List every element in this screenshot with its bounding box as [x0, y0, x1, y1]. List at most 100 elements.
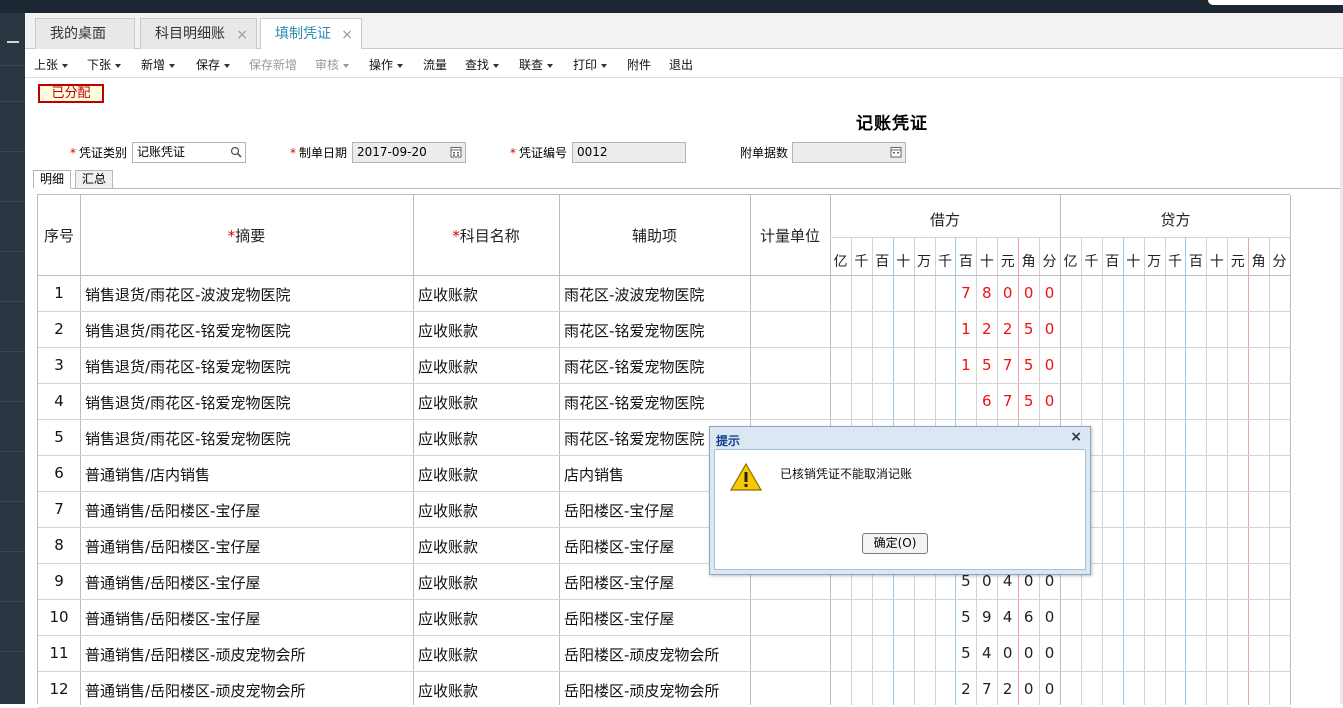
debit-digit: 6 [982, 392, 992, 410]
tab-fill-voucher[interactable]: 填制凭证 × [260, 18, 362, 50]
header-divider [830, 237, 1291, 238]
field-value: 0012 [577, 145, 608, 159]
tab-desktop[interactable]: 我的桌面 [35, 18, 135, 49]
menu-icon[interactable] [7, 41, 19, 43]
digit-header: 万 [1147, 254, 1162, 270]
row-account: 应收账款 [418, 286, 479, 304]
debit-digit: 6 [1023, 608, 1034, 626]
voucher-type-field[interactable]: 记账凭证 [132, 142, 246, 163]
debit-digit: 5 [1023, 392, 1034, 410]
debit-digit: 2 [1002, 680, 1013, 698]
table-row[interactable]: 6 普通销售/店内销售 应收账款 店内销售 [38, 455, 1291, 491]
audit-button[interactable]: 审核 [315, 56, 350, 73]
calendar-icon[interactable] [449, 146, 462, 159]
calendar-icon[interactable] [889, 146, 902, 159]
button-label: 流量 [423, 58, 448, 72]
close-icon[interactable]: × [236, 20, 248, 50]
debit-digit: 0 [1044, 284, 1055, 302]
voucher-type-label: * 凭证类别 [70, 144, 127, 161]
table-row[interactable]: 2 销售退货/雨花区-铭爱宠物医院 应收账款 雨花区-铭爱宠物医院 1 2 2 5 0 [38, 311, 1291, 347]
table-row[interactable]: 5 销售退货/雨花区-铭爱宠物医院 应收账款 雨花区-铭爱宠物医院 [38, 419, 1291, 455]
top-search-box[interactable] [1208, 0, 1343, 5]
close-icon[interactable]: × [1070, 429, 1082, 445]
row-summary: 普通销售/岳阳楼区-宝仔屋 [85, 574, 261, 592]
voucher-no-field[interactable]: 0012 [572, 142, 686, 163]
debit-digit: 0 [1044, 644, 1055, 662]
debit-digit: 0 [1023, 644, 1034, 662]
debit-digit: 5 [982, 356, 992, 374]
row-summary: 销售退货/雨花区-铭爱宠物医院 [85, 394, 291, 412]
status-badge: 已分配 [38, 84, 104, 103]
top-bar [0, 0, 1343, 13]
save-and-add-button[interactable]: 保存新增 [249, 56, 297, 73]
header-unit: 计量单位 [759, 227, 820, 245]
row-account: 应收账款 [418, 646, 479, 664]
header-text: 摘要 [235, 227, 266, 245]
debit-digit: 5 [1023, 356, 1034, 374]
nav-divider [0, 651, 25, 652]
tab-detail[interactable]: 明细 [33, 170, 72, 189]
table-row[interactable]: 1 销售退货/雨花区-波波宠物医院 应收账款 雨花区-波波宠物医院 7 8 0 0 0 [38, 275, 1291, 311]
row-seq: 5 [54, 428, 64, 446]
left-nav-rail [0, 13, 25, 704]
prev-voucher-button[interactable]: 上张 [34, 56, 69, 73]
link-query-button[interactable]: 联查 [519, 56, 554, 73]
debit-digit: 0 [1044, 392, 1055, 410]
header-credit: 贷方 [1160, 211, 1191, 229]
save-button[interactable]: 保存 [196, 56, 231, 73]
digit-header: 百 [1188, 254, 1203, 270]
nav-divider [0, 301, 25, 302]
attachment-count-field[interactable] [792, 142, 906, 163]
table-row[interactable]: 11 普通销售/岳阳楼区-顽皮宠物会所 应收账款 岳阳楼区-顽皮宠物会所 5 4 0 0 0 [38, 635, 1291, 671]
exit-button[interactable]: 退出 [669, 56, 693, 73]
debit-digit: 2 [1002, 320, 1013, 338]
tab-summary[interactable]: 汇总 [75, 170, 114, 189]
debit-digit: 8 [982, 284, 992, 302]
nav-divider [0, 101, 25, 102]
row-seq: 7 [54, 500, 64, 518]
toolbar: 上张 下张 新增 保存 保存新增 审核 操作 流量 查找 联查 打印 附件 退出 [25, 49, 1343, 78]
tab-label: 填制凭证 [275, 26, 331, 42]
row-aux: 店内销售 [564, 466, 625, 484]
tab-account-detail[interactable]: 科目明细账 × [140, 18, 257, 49]
voucher-date-label: * 制单日期 [290, 144, 347, 161]
digit-header: 分 [1272, 254, 1287, 270]
row-account: 应收账款 [418, 430, 479, 448]
voucher-no-label: * 凭证编号 [510, 144, 567, 161]
cash-flow-button[interactable]: 流量 [423, 56, 447, 73]
table-row[interactable]: 7 普通销售/岳阳楼区-宝仔屋 应收账款 岳阳楼区-宝仔屋 [38, 491, 1291, 527]
row-seq: 12 [49, 680, 69, 698]
table-row[interactable]: 8 普通销售/岳阳楼区-宝仔屋 应收账款 岳阳楼区-宝仔屋 [38, 527, 1291, 563]
digit-header: 百 [958, 254, 973, 270]
add-button[interactable]: 新增 [141, 56, 176, 73]
row-aux: 雨花区-铭爱宠物医院 [564, 358, 705, 376]
debit-digit: 4 [1002, 608, 1013, 626]
table-row[interactable]: 12 普通销售/岳阳楼区-顽皮宠物会所 应收账款 岳阳楼区-顽皮宠物会所 2 7 2 0 0 [38, 671, 1291, 707]
search-icon[interactable] [229, 146, 242, 159]
row-account: 应收账款 [418, 502, 479, 520]
find-button[interactable]: 查找 [465, 56, 500, 73]
operation-button[interactable]: 操作 [369, 56, 404, 73]
close-icon[interactable]: × [341, 20, 353, 50]
table-row[interactable]: 4 销售退货/雨花区-铭爱宠物医院 应收账款 雨花区-铭爱宠物医院 6 7 5 0 [38, 383, 1291, 419]
attachment-button[interactable]: 附件 [627, 56, 651, 73]
chevron-down-icon [343, 63, 350, 68]
debit-digit: 0 [1002, 284, 1013, 302]
table-row[interactable]: 10 普通销售/岳阳楼区-宝仔屋 应收账款 岳阳楼区-宝仔屋 5 9 4 6 0 [38, 599, 1291, 635]
ok-button[interactable]: 确定(O) [862, 533, 928, 554]
table-row[interactable]: 3 销售退货/雨花区-铭爱宠物医院 应收账款 雨花区-铭爱宠物医院 1 5 7 5 0 [38, 347, 1291, 383]
row-summary: 普通销售/岳阳楼区-顽皮宠物会所 [85, 682, 306, 700]
button-label: 查找 [465, 58, 490, 72]
voucher-date-field[interactable]: 2017-09-20 [352, 142, 466, 163]
row-seq: 4 [54, 392, 64, 410]
row-summary: 销售退货/雨花区-铭爱宠物医院 [85, 322, 291, 340]
row-account: 应收账款 [418, 394, 479, 412]
print-button[interactable]: 打印 [573, 56, 608, 73]
row-aux: 岳阳楼区-宝仔屋 [564, 574, 675, 592]
nav-divider [0, 601, 25, 602]
chevron-down-icon [115, 63, 122, 68]
debit-digit: 7 [1002, 392, 1013, 410]
header-text: 科目名称 [459, 227, 520, 245]
table-row[interactable]: 9 普通销售/岳阳楼区-宝仔屋 应收账款 岳阳楼区-宝仔屋 5 0 4 0 0 [38, 563, 1291, 599]
next-voucher-button[interactable]: 下张 [87, 56, 122, 73]
